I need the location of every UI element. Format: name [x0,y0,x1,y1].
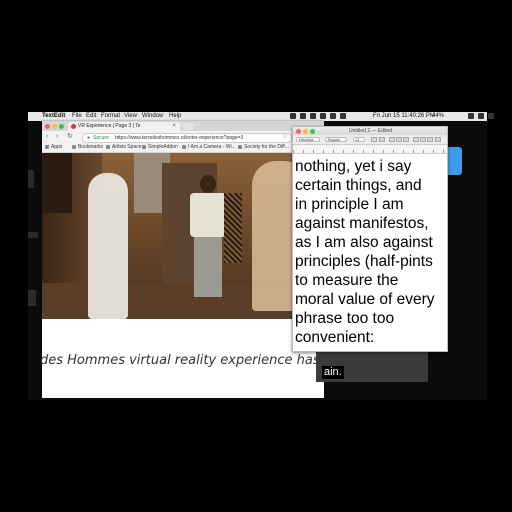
italic-button[interactable] [396,137,402,142]
page-icon [238,144,242,149]
url-text[interactable]: https://www.terredeshommes.nl/enter-expe… [115,134,243,142]
menu-file[interactable]: File [72,112,82,121]
tab-strip: VR Experience | Page 3 | Te × [42,121,324,131]
bookmark-folder[interactable]: Bookmarks [72,143,103,152]
line-spacing-button[interactable] [435,137,441,142]
background-window-edge [28,170,34,188]
new-tab-button[interactable] [183,123,193,130]
document-line: to measure the [295,272,399,289]
menu-bar: TextEdit File Edit Format View Window He… [28,112,494,121]
document-line: in principle I am [295,196,404,213]
battery-percent[interactable]: 44% [432,112,444,121]
document-line: convenient: [295,329,375,346]
browser-toolbar: ‹ › ↻ ● Secure https://www.terredeshomme… [42,131,324,143]
apps-grid-icon [45,144,49,149]
wifi-icon[interactable] [330,113,336,119]
siri-icon[interactable] [478,113,484,119]
video-person-white-robe [88,173,128,319]
address-bar[interactable]: ● Secure https://www.terredeshommes.nl/e… [82,133,292,143]
document-line: principles (half-pints [295,253,433,270]
browser-window: VR Experience | Page 3 | Te × ‹ › ↻ ● Se… [40,121,330,398]
back-arrow-icon[interactable]: ‹ [46,132,48,142]
menu-help[interactable]: Help [169,112,181,121]
font-style-select[interactable]: Regular [325,137,347,142]
page-icon [106,144,110,149]
vr-video-frame[interactable] [42,153,324,319]
menu-format[interactable]: Format [101,112,120,121]
browser-tab[interactable]: VR Experience | Page 3 | Te × [68,122,180,131]
bookmark-i-am-a-camera[interactable]: I Am a Camera - Wi... [182,143,236,152]
document-line: as I am also against [295,234,433,251]
textedit-zoom-button[interactable] [310,128,315,134]
highlight-color-button[interactable] [379,137,385,142]
textedit-title: Untitled 2 — Edited [349,128,393,134]
page-icon [142,144,146,149]
background-window-edge [28,290,36,306]
spotlight-icon[interactable] [468,113,474,119]
volume-icon[interactable] [340,113,346,119]
dropbox-icon[interactable] [290,113,296,119]
notification-center-icon[interactable] [488,113,494,119]
document-line: phrase too too [295,310,395,327]
window-close-button[interactable] [45,124,50,129]
status-icon[interactable] [310,113,316,119]
font-family-select[interactable]: Helvetica [296,137,320,142]
text-color-button[interactable] [371,137,377,142]
font-size-select[interactable]: 12 [353,137,365,142]
wikipedia-icon [182,144,186,149]
align-center-button[interactable] [420,137,426,142]
video-dark-corner [42,153,72,213]
textedit-format-bar: Helvetica Regular 12 [293,135,447,145]
bookmarks-bar: Apps Bookmarks Artists Space SimpleAddon… [42,143,324,153]
secure-label: Secure [93,135,109,141]
textedit-window: Untitled 2 — Edited Helvetica Regular 12… [292,126,448,352]
tab-close-icon[interactable]: × [172,122,176,131]
bold-button[interactable] [389,137,395,142]
video-person-trousers [194,237,222,297]
bookmark-artists-space[interactable]: Artists Space [106,143,141,152]
textedit-minimize-button[interactable] [303,128,308,134]
video-person-shirt [190,193,226,237]
video-subtitle: ain. [322,366,344,379]
menu-clock[interactable]: Fri Jun 15 11:40:26 PM [373,112,435,121]
site-favicon-icon [71,124,76,129]
window-zoom-button[interactable] [59,124,64,129]
textedit-titlebar[interactable]: Untitled 2 — Edited [293,127,447,135]
bookmark-star-icon[interactable]: ☆ [282,132,288,140]
video-person-head [200,175,216,193]
textedit-ruler[interactable] [293,145,447,154]
menu-window[interactable]: Window [142,112,163,121]
page-caption: des Hommes virtual reality experience ha… [40,353,330,368]
document-line: moral value of every [295,291,435,308]
document-line: nothing, yet i say [295,158,412,175]
underline-button[interactable] [403,137,409,142]
bluetooth-icon[interactable] [320,113,326,119]
window-minimize-button[interactable] [52,124,57,129]
star-icon [72,144,76,149]
bookmark-apps[interactable]: Apps [45,143,62,152]
document-line: certain things, and [295,177,422,194]
menu-view[interactable]: View [124,112,137,121]
textedit-document-body[interactable]: nothing, yet i say certain things, and i… [293,157,445,347]
bookmark-simpleaddon[interactable]: SimpleAddon [142,143,178,152]
document-line: against manifestos, [295,215,429,232]
status-icon[interactable] [300,113,306,119]
menu-edit[interactable]: Edit [86,112,96,121]
align-right-button[interactable] [427,137,433,142]
video-window-grille [224,193,242,263]
align-left-button[interactable] [413,137,419,142]
textedit-close-button[interactable] [296,128,301,134]
menu-app-name[interactable]: TextEdit [42,112,65,121]
background-window-edge [28,232,38,238]
forward-arrow-icon[interactable]: › [56,132,58,142]
reload-icon[interactable]: ↻ [67,132,73,142]
tab-title: VR Experience | Page 3 | Te [78,123,141,129]
bookmark-society[interactable]: Society for the Diff... [238,143,289,152]
lock-icon: ● [87,135,91,141]
